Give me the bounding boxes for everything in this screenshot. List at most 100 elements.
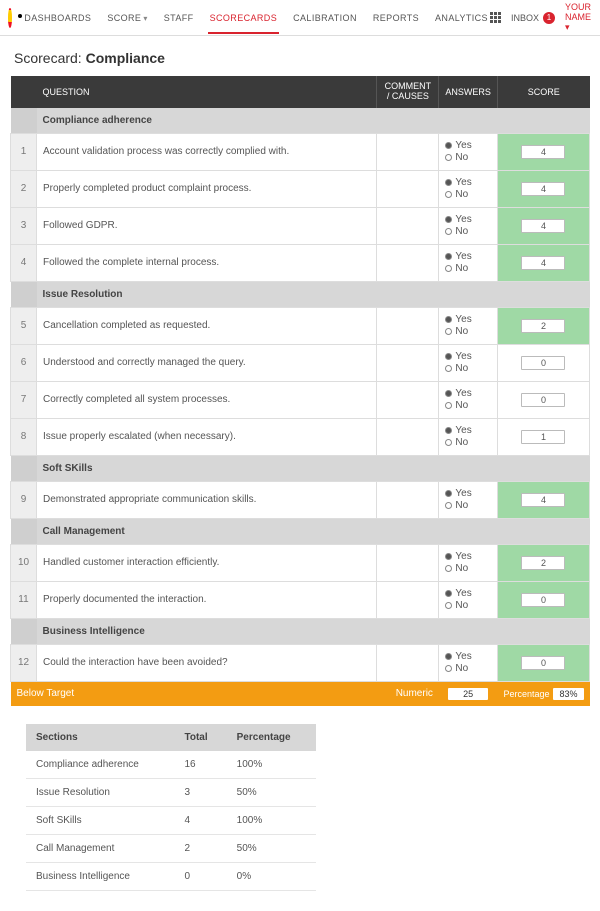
section-cc-blank xyxy=(377,108,439,134)
comment-cell[interactable] xyxy=(377,481,439,518)
score-input[interactable]: 4 xyxy=(521,145,565,159)
answer-yes[interactable]: Yes xyxy=(445,488,491,500)
answer-no[interactable]: No xyxy=(445,400,491,412)
section-ans-blank xyxy=(439,281,498,307)
summary-total: 2 xyxy=(174,834,226,862)
summary-percentage: 100% xyxy=(227,806,316,834)
question-text: Could the interaction have been avoided? xyxy=(37,644,377,681)
question-number: 6 xyxy=(11,344,37,381)
comment-cell[interactable] xyxy=(377,307,439,344)
nav-item-reports[interactable]: REPORTS xyxy=(371,3,421,33)
answer-no[interactable]: No xyxy=(445,326,491,338)
col-score: SCORE xyxy=(497,76,589,108)
answer-no[interactable]: No xyxy=(445,189,491,201)
question-row: 5Cancellation completed as requested.Yes… xyxy=(11,307,590,344)
nav-item-dashboards[interactable]: DASHBOARDS xyxy=(22,3,93,33)
answer-yes[interactable]: Yes xyxy=(445,177,491,189)
inbox-count-badge: 1 xyxy=(543,12,555,24)
answers-cell: YesNo xyxy=(439,418,498,455)
apps-grid-icon[interactable] xyxy=(490,12,501,24)
score-input[interactable]: 2 xyxy=(521,556,565,570)
score-input[interactable]: 0 xyxy=(521,656,565,670)
score-cell: 0 xyxy=(497,381,589,418)
question-text: Issue properly escalated (when necessary… xyxy=(37,418,377,455)
comment-cell[interactable] xyxy=(377,207,439,244)
summary-section-name: Call Management xyxy=(26,834,174,862)
comment-cell[interactable] xyxy=(377,381,439,418)
summary-percentage: 50% xyxy=(227,778,316,806)
comment-cell[interactable] xyxy=(377,244,439,281)
nav-item-staff[interactable]: STAFF xyxy=(162,3,196,33)
radio-icon xyxy=(445,490,452,497)
score-input[interactable]: 1 xyxy=(521,430,565,444)
section-cc-blank xyxy=(377,518,439,544)
answer-yes[interactable]: Yes xyxy=(445,588,491,600)
nav-item-analytics[interactable]: ANALYTICS xyxy=(433,3,490,33)
score-input[interactable]: 4 xyxy=(521,182,565,196)
answer-yes[interactable]: Yes xyxy=(445,651,491,663)
comment-cell[interactable] xyxy=(377,133,439,170)
answer-no[interactable]: No xyxy=(445,500,491,512)
comment-cell[interactable] xyxy=(377,644,439,681)
nav-item-scorecards[interactable]: SCORECARDS xyxy=(208,3,280,33)
question-number: 10 xyxy=(11,544,37,581)
answer-no[interactable]: No xyxy=(445,600,491,612)
score-input[interactable]: 0 xyxy=(521,356,565,370)
username-label: YOUR NAME xyxy=(565,2,591,22)
comment-cell[interactable] xyxy=(377,344,439,381)
question-text: Handled customer interaction efficiently… xyxy=(37,544,377,581)
user-menu[interactable]: YOUR NAME ▾ xyxy=(565,2,592,33)
answer-yes[interactable]: Yes xyxy=(445,388,491,400)
comment-cell[interactable] xyxy=(377,581,439,618)
inbox-link[interactable]: INBOX 1 xyxy=(511,12,555,24)
score-cell: 2 xyxy=(497,544,589,581)
answer-yes[interactable]: Yes xyxy=(445,314,491,326)
answer-yes[interactable]: Yes xyxy=(445,251,491,263)
nav-item-score[interactable]: SCORE▾ xyxy=(105,3,149,33)
section-row: Compliance adherence xyxy=(11,108,590,134)
answer-yes[interactable]: Yes xyxy=(445,351,491,363)
question-row: 7Correctly completed all system processe… xyxy=(11,381,590,418)
answer-yes[interactable]: Yes xyxy=(445,425,491,437)
question-row: 6Understood and correctly managed the qu… xyxy=(11,344,590,381)
section-score-blank xyxy=(497,455,589,481)
radio-icon xyxy=(445,553,452,560)
question-text: Followed GDPR. xyxy=(37,207,377,244)
numeric-label: Numeric xyxy=(396,688,433,699)
radio-icon xyxy=(445,439,452,446)
answer-yes[interactable]: Yes xyxy=(445,551,491,563)
app-logo-icon xyxy=(8,8,12,28)
score-input[interactable]: 4 xyxy=(521,256,565,270)
answers-cell: YesNo xyxy=(439,644,498,681)
score-input[interactable]: 0 xyxy=(521,393,565,407)
section-name: Soft SKills xyxy=(37,455,377,481)
col-number xyxy=(11,76,37,108)
section-ans-blank xyxy=(439,618,498,644)
answer-no[interactable]: No xyxy=(445,152,491,164)
comment-cell[interactable] xyxy=(377,544,439,581)
answer-yes[interactable]: Yes xyxy=(445,140,491,152)
comment-cell[interactable] xyxy=(377,170,439,207)
score-input[interactable]: 4 xyxy=(521,493,565,507)
title-prefix: Scorecard: xyxy=(14,50,86,66)
summary-section-name: Business Intelligence xyxy=(26,862,174,890)
answer-no[interactable]: No xyxy=(445,563,491,575)
answer-no[interactable]: No xyxy=(445,437,491,449)
score-input[interactable]: 2 xyxy=(521,319,565,333)
score-input[interactable]: 4 xyxy=(521,219,565,233)
answer-no[interactable]: No xyxy=(445,263,491,275)
radio-icon xyxy=(445,228,452,235)
score-input[interactable]: 0 xyxy=(521,593,565,607)
answer-no[interactable]: No xyxy=(445,663,491,675)
question-row: 3Followed GDPR.YesNo4 xyxy=(11,207,590,244)
answer-no[interactable]: No xyxy=(445,226,491,238)
summary-percentage: 50% xyxy=(227,834,316,862)
nav-item-calibration[interactable]: CALIBRATION xyxy=(291,3,359,33)
answer-yes[interactable]: Yes xyxy=(445,214,491,226)
radio-icon xyxy=(445,590,452,597)
score-cell: 1 xyxy=(497,418,589,455)
radio-icon xyxy=(445,179,452,186)
section-num-blank xyxy=(11,281,37,307)
comment-cell[interactable] xyxy=(377,418,439,455)
answer-no[interactable]: No xyxy=(445,363,491,375)
